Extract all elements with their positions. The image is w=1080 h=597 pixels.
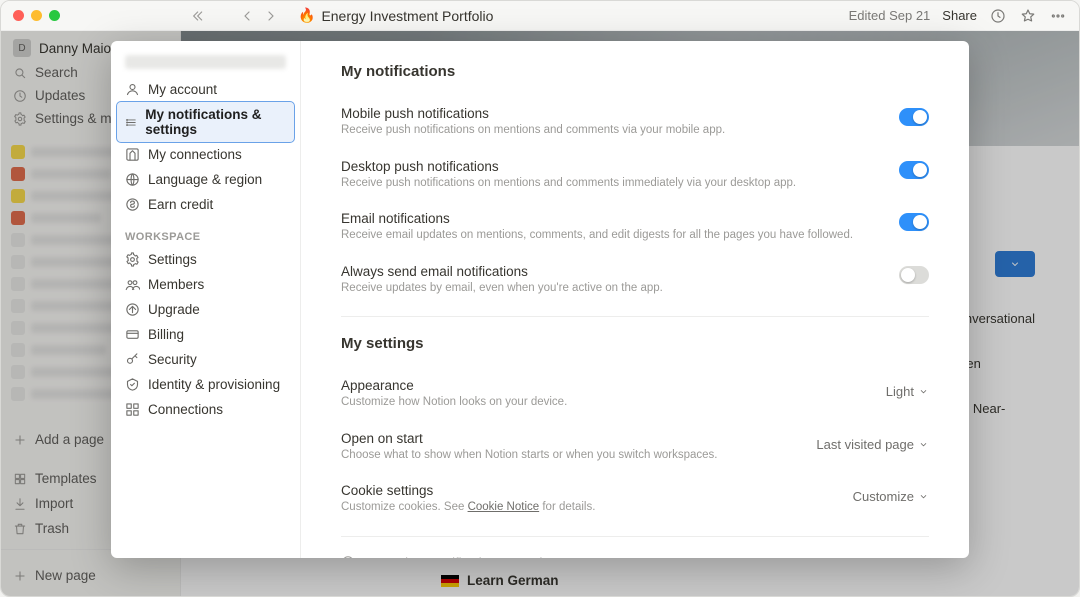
chevron-down-icon: [918, 491, 929, 502]
setting-desc: Receive push notifications on mentions a…: [341, 176, 796, 192]
toggle-email-notifications[interactable]: [899, 213, 929, 231]
edited-timestamp: Edited Sep 21: [849, 8, 931, 23]
setting-always-email: Always send email notifications Receive …: [341, 258, 929, 311]
select-appearance[interactable]: Light: [886, 384, 929, 399]
maximize-window-button[interactable]: [49, 10, 60, 21]
settings-nav-upgrade[interactable]: Upgrade: [117, 297, 294, 322]
settings-nav-settings[interactable]: Settings: [117, 247, 294, 272]
settings-nav-account-header-blurred: [125, 55, 286, 69]
setting-title: Email notifications: [341, 211, 853, 226]
settings-nav-label: Earn credit: [148, 197, 213, 212]
setting-title: Desktop push notifications: [341, 159, 796, 174]
close-window-button[interactable]: [13, 10, 24, 21]
setting-desc: Customize cookies. See Cookie Notice for…: [341, 500, 595, 516]
setting-title: Open on start: [341, 431, 718, 446]
settings-nav-label: Identity & provisioning: [148, 377, 280, 392]
select-value: Light: [886, 384, 914, 399]
settings-nav: My account My notifications & settings M…: [111, 41, 301, 558]
share-button[interactable]: Share: [942, 8, 977, 23]
settings-nav-members[interactable]: Members: [117, 272, 294, 297]
favorite-star-icon[interactable]: [1019, 7, 1037, 25]
titlebar: 🔥 Energy Investment Portfolio Edited Sep…: [1, 1, 1079, 31]
page-emoji-icon: 🔥: [298, 7, 315, 24]
settings-nav-earn-credit[interactable]: Earn credit: [117, 192, 294, 217]
panel-heading-settings: My settings: [341, 335, 929, 352]
select-cookie[interactable]: Customize: [853, 489, 929, 504]
updates-clock-icon[interactable]: [989, 7, 1007, 25]
breadcrumb[interactable]: 🔥 Energy Investment Portfolio: [298, 7, 841, 24]
nav-back-button[interactable]: [238, 8, 256, 24]
toggle-mobile-push[interactable]: [899, 108, 929, 126]
settings-nav-billing[interactable]: Billing: [117, 322, 294, 347]
setting-email-notifications: Email notifications Receive email update…: [341, 205, 929, 258]
settings-nav-my-notifications[interactable]: My notifications & settings: [117, 102, 294, 142]
settings-nav-security[interactable]: Security: [117, 347, 294, 372]
settings-nav-section-workspace: WORKSPACE: [117, 217, 294, 247]
setting-mobile-push: Mobile push notifications Receive push n…: [341, 100, 929, 153]
learn-more-link[interactable]: Learn about notifications & settings: [341, 555, 929, 558]
setting-title: Cookie settings: [341, 483, 595, 498]
chevron-down-icon: [918, 439, 929, 450]
settings-nav-label: Language & region: [148, 172, 262, 187]
minimize-window-button[interactable]: [31, 10, 42, 21]
setting-desktop-push: Desktop push notifications Receive push …: [341, 153, 929, 206]
settings-nav-label: My account: [148, 82, 217, 97]
setting-title: Always send email notifications: [341, 264, 663, 279]
setting-cookie: Cookie settings Customize cookies. See C…: [341, 477, 929, 530]
page-title: Energy Investment Portfolio: [321, 8, 493, 24]
settings-nav-label: My connections: [148, 147, 242, 162]
collapse-sidebar-button[interactable]: [188, 8, 206, 24]
help-icon: [341, 555, 355, 558]
settings-nav-my-connections[interactable]: My connections: [117, 142, 294, 167]
setting-appearance: Appearance Customize how Notion looks on…: [341, 372, 929, 425]
setting-desc: Customize how Notion looks on your devic…: [341, 395, 567, 411]
settings-panel: My notifications Mobile push notificatio…: [301, 41, 969, 558]
divider: [341, 536, 929, 537]
cookie-notice-link[interactable]: Cookie Notice: [468, 501, 540, 513]
select-value: Last visited page: [816, 437, 914, 452]
more-menu-icon[interactable]: [1049, 7, 1067, 25]
setting-open-on-start: Open on start Choose what to show when N…: [341, 425, 929, 478]
setting-desc: Choose what to show when Notion starts o…: [341, 448, 718, 464]
setting-title: Appearance: [341, 378, 567, 393]
settings-nav-connections[interactable]: Connections: [117, 397, 294, 422]
select-open-on-start[interactable]: Last visited page: [816, 437, 929, 452]
setting-desc: Receive push notifications on mentions a…: [341, 123, 725, 139]
chevron-down-icon: [918, 386, 929, 397]
window-controls: [13, 10, 60, 21]
divider: [341, 316, 929, 317]
settings-nav-label: My notifications & settings: [145, 107, 286, 137]
settings-nav-identity[interactable]: Identity & provisioning: [117, 372, 294, 397]
setting-desc: Receive email updates on mentions, comme…: [341, 228, 853, 244]
toggle-desktop-push[interactable]: [899, 161, 929, 179]
settings-nav-label: Members: [148, 277, 204, 292]
setting-desc: Receive updates by email, even when you'…: [341, 281, 663, 297]
settings-nav-label: Upgrade: [148, 302, 200, 317]
settings-modal: My account My notifications & settings M…: [111, 41, 969, 558]
setting-title: Mobile push notifications: [341, 106, 725, 121]
settings-nav-label: Connections: [148, 402, 223, 417]
nav-forward-button[interactable]: [262, 8, 280, 24]
settings-nav-language[interactable]: Language & region: [117, 167, 294, 192]
learn-more-label: Learn about notifications & settings: [361, 555, 563, 558]
settings-nav-label: Security: [148, 352, 197, 367]
panel-heading-notifications: My notifications: [341, 63, 929, 80]
settings-nav-label: Settings: [148, 252, 197, 267]
select-value: Customize: [853, 489, 914, 504]
settings-nav-my-account[interactable]: My account: [117, 77, 294, 102]
toggle-always-email[interactable]: [899, 266, 929, 284]
settings-nav-label: Billing: [148, 327, 184, 342]
